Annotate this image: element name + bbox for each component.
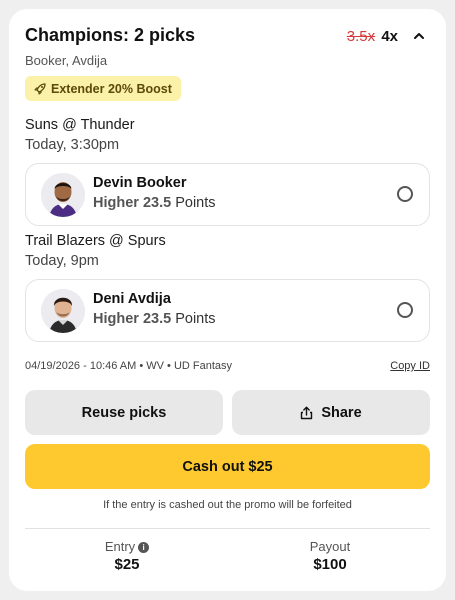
reuse-picks-button[interactable]: Reuse picks	[25, 390, 223, 435]
old-multiplier: 3.5x	[346, 28, 376, 45]
game-title: Suns @ Thunder	[25, 117, 135, 133]
entry-card: Champions: 2 picks 3.5x 4x Booker, Avdij…	[9, 9, 446, 591]
pick-card[interactable]: Devin Booker Higher 23.5 Points	[25, 163, 430, 226]
avatar	[41, 289, 85, 333]
entry-title: Champions: 2 picks	[25, 25, 196, 45]
share-button[interactable]: Share	[232, 390, 430, 435]
cash-out-button[interactable]: Cash out $25	[25, 444, 430, 489]
new-multiplier: 4x	[381, 28, 398, 45]
chevron-up-icon[interactable]	[413, 30, 425, 42]
boost-label: Extender 20% Boost	[51, 81, 172, 96]
payout-label: Payout	[309, 539, 351, 554]
divider	[25, 528, 430, 529]
entry-label-wrap: Entry i	[27, 539, 227, 554]
player-name: Devin Booker	[93, 175, 187, 191]
pick-stat: Points	[175, 195, 216, 211]
pick-direction: Higher	[93, 195, 139, 211]
entry-value: $25	[114, 556, 140, 573]
pick-radio[interactable]	[397, 302, 413, 318]
info-icon[interactable]: i	[138, 542, 150, 553]
pick-radio[interactable]	[397, 186, 413, 202]
forfeit-note: If the entry is cashed out the promo wil…	[103, 499, 352, 511]
boost-badge: Extender 20% Boost	[25, 76, 181, 101]
copy-id-link[interactable]: Copy ID	[390, 360, 430, 372]
multiplier: 3.5x 4x	[347, 28, 398, 45]
game-title: Trail Blazers @ Spurs	[25, 233, 166, 249]
cash-out-label: Cash out $25	[182, 458, 273, 475]
pick-direction: Higher	[93, 311, 139, 327]
avatar	[41, 173, 85, 217]
player-name: Deni Avdija	[93, 291, 171, 307]
share-label: Share	[321, 404, 362, 421]
pick-line: Higher 23.5 Points	[93, 195, 216, 211]
pick-card[interactable]: Deni Avdija Higher 23.5 Points	[25, 279, 430, 342]
pick-stat: Points	[175, 311, 216, 327]
game-time: Today, 9pm	[25, 253, 99, 269]
entry-meta: 04/19/2026 - 10:46 AM • WV • UD Fantasy	[25, 360, 233, 372]
entry-label: Entry	[104, 539, 136, 554]
pick-line: Higher 23.5 Points	[93, 311, 216, 327]
rocket-icon	[34, 82, 46, 95]
reuse-picks-label: Reuse picks	[81, 404, 167, 421]
game-time: Today, 3:30pm	[25, 137, 120, 153]
entry-subtitle: Booker, Avdija	[25, 53, 108, 68]
payout-value: $100	[313, 556, 347, 573]
share-icon	[301, 406, 313, 419]
pick-value: 23.5	[142, 195, 172, 211]
pick-value: 23.5	[142, 311, 172, 327]
